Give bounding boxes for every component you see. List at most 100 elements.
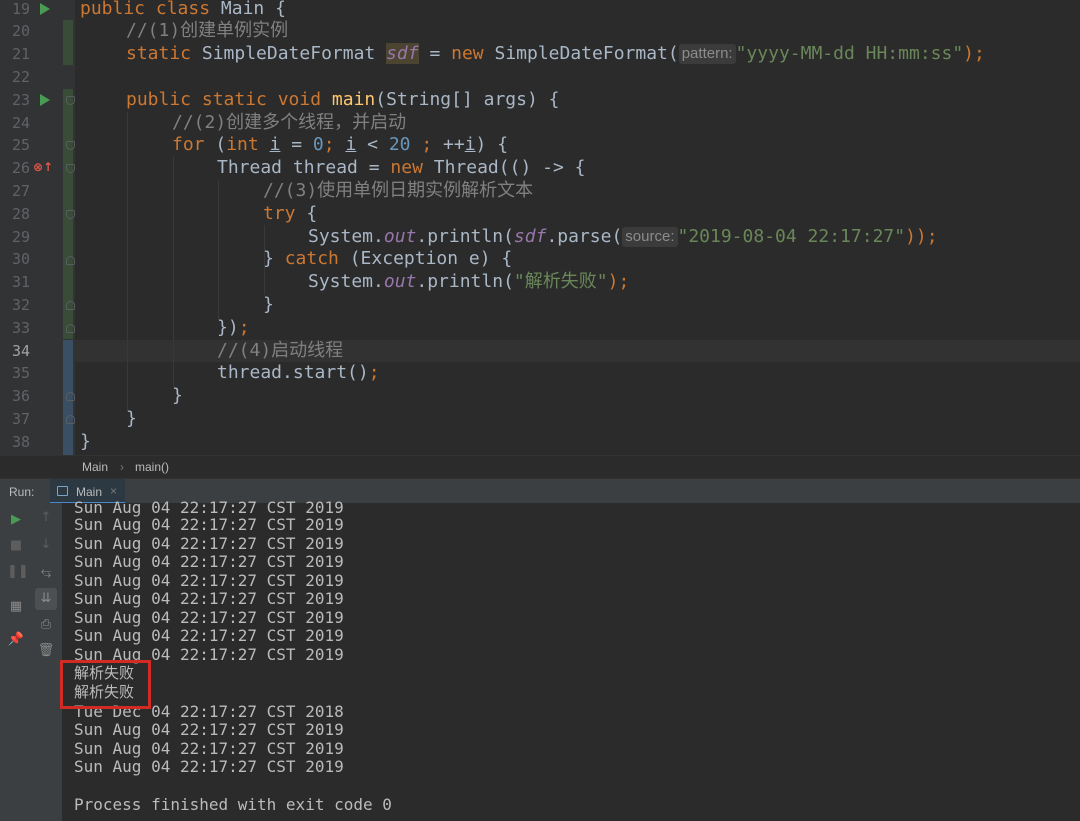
fold-icon[interactable] [66, 256, 75, 265]
line-number-current: 34 [11, 342, 30, 360]
console-line: Sun Aug 04 22:17:27 CST 2019 [74, 757, 344, 776]
string-literal: "yyyy-MM-dd HH:mm:ss" [735, 43, 964, 64]
indent-guide [127, 112, 128, 412]
line-number: 20 [11, 22, 30, 40]
code-text: } [263, 294, 274, 315]
tab-main-label: Main [76, 485, 103, 499]
line-number: 26 [11, 159, 30, 177]
field-sdf: sdf [386, 43, 419, 64]
indent-guide [173, 157, 174, 387]
up-arrow-icon[interactable]: ↑ [37, 509, 55, 527]
type: SimpleDateFormat [201, 43, 387, 64]
code-line-24: //(2)创建多个线程，并启动 [172, 112, 406, 134]
punctuation: ; [410, 134, 444, 155]
fold-icon[interactable] [66, 96, 75, 105]
code-line-35: thread.start(); [217, 362, 380, 384]
code-text: } [172, 385, 183, 406]
trash-icon[interactable]: 🗑 [37, 642, 55, 660]
code-text: Thread(() -> { [433, 157, 586, 178]
code-text: System. [308, 271, 384, 292]
comment: //(1)创建单例实例 [126, 20, 289, 41]
line-number: 25 [11, 136, 30, 154]
code-line-31: System.out.println("解析失败"); [308, 271, 629, 293]
code-line-29: System.out.println(sdf.parse(source: "201… [308, 226, 938, 248]
fold-icon[interactable] [66, 392, 75, 401]
console-line: Sun Aug 04 22:17:27 CST 2019 [74, 720, 344, 739]
operator: = [418, 43, 452, 64]
code-line-36: } [172, 385, 183, 407]
line-number: 33 [11, 319, 30, 337]
keyword: static [126, 43, 202, 64]
variable: i [269, 134, 281, 155]
run-class-icon[interactable] [40, 3, 50, 15]
console-line-exit: Process finished with exit code 0 [74, 795, 392, 814]
line-number: 28 [11, 205, 30, 223]
console-line: Sun Aug 04 22:17:27 CST 2019 [74, 515, 344, 534]
code-editor[interactable]: 19 20 21 22 23 24 25 26 27 28 29 30 31 3… [0, 0, 1080, 455]
comment: //(2)创建多个线程，并启动 [172, 112, 407, 133]
code-text: } [126, 408, 137, 429]
editor-gutter[interactable]: 19 20 21 22 23 24 25 26 27 28 29 30 31 3… [0, 0, 75, 455]
run-main-icon[interactable] [40, 94, 50, 106]
punctuation: ( [215, 134, 227, 155]
method-name: main [331, 89, 376, 110]
down-arrow-icon[interactable]: ↓ [37, 536, 55, 554]
code-line-38: } [80, 431, 91, 453]
pause-icon[interactable]: ❚❚ [7, 563, 29, 581]
run-toolbar-primary: ▶ ■ ❚❚ ▦ 📌 [0, 503, 32, 821]
breadcrumb-method[interactable]: main() [135, 460, 169, 474]
code-text: (Exception e) { [349, 248, 513, 269]
console-output[interactable]: Sun Aug 04 22:17:27 CST 2019 Sun Aug 04 … [62, 498, 1080, 821]
fold-icon[interactable] [66, 141, 75, 150]
line-number: 31 [11, 273, 30, 291]
breadcrumb-separator: › [120, 460, 124, 474]
code-line-21: static SimpleDateFormat sdf = new Simple… [126, 43, 985, 65]
line-number: 19 [11, 0, 30, 18]
layout-icon[interactable]: ▦ [7, 598, 25, 616]
close-icon[interactable]: × [110, 484, 117, 498]
punctuation: ; [323, 134, 346, 155]
keyword: public static void [126, 89, 332, 110]
operator: = [280, 134, 313, 155]
override-marker-icon[interactable]: ⊗↑ [33, 160, 53, 174]
code-text: .println( [416, 271, 514, 292]
fold-icon[interactable] [66, 301, 75, 310]
method-signature: (String[] args) { [375, 89, 560, 110]
fold-icon[interactable] [66, 415, 75, 424]
line-number: 29 [11, 228, 30, 246]
fold-icon[interactable] [66, 324, 75, 333]
class-name: Main { [220, 0, 286, 19]
code-text: .println( [416, 226, 514, 247]
code-line-28: try { [263, 203, 317, 225]
code-text: thread.start() [217, 362, 369, 383]
line-number: 22 [11, 68, 30, 86]
number: 20 [388, 134, 411, 155]
fold-icon[interactable] [66, 210, 75, 219]
breadcrumb-class[interactable]: Main [82, 460, 108, 474]
rerun-icon[interactable]: ▶ [7, 511, 25, 529]
code-line-20: //(1)创建单例实例 [126, 20, 288, 42]
pin-icon[interactable]: 📌 [7, 631, 25, 649]
string-literal: "2019-08-04 22:17:27" [677, 226, 906, 247]
fold-icon[interactable] [66, 164, 75, 173]
line-number: 32 [11, 296, 30, 314]
print-icon[interactable]: ⎙ [37, 616, 55, 634]
code-line-32: } [263, 294, 274, 316]
comment: //(4)启动线程 [217, 340, 344, 361]
soft-wrap-icon[interactable]: ⥃ [37, 564, 55, 582]
code-line-34: //(4)启动线程 [217, 340, 343, 362]
keyword: catch [284, 248, 350, 269]
punctuation: ) { [475, 134, 509, 155]
stop-icon[interactable]: ■ [7, 537, 25, 555]
keyword: int [226, 134, 270, 155]
line-number: 30 [11, 250, 30, 268]
keyword: for [172, 134, 216, 155]
highlight-annotation-box [60, 660, 151, 709]
console-line: Sun Aug 04 22:17:27 CST 2019 [74, 534, 344, 553]
keyword: try [263, 203, 307, 224]
scroll-to-end-icon[interactable]: ⇊ [35, 588, 57, 610]
keyword: new [390, 157, 434, 178]
line-number: 23 [11, 91, 30, 109]
line-number: 21 [11, 45, 30, 63]
indent-guide [218, 180, 219, 320]
